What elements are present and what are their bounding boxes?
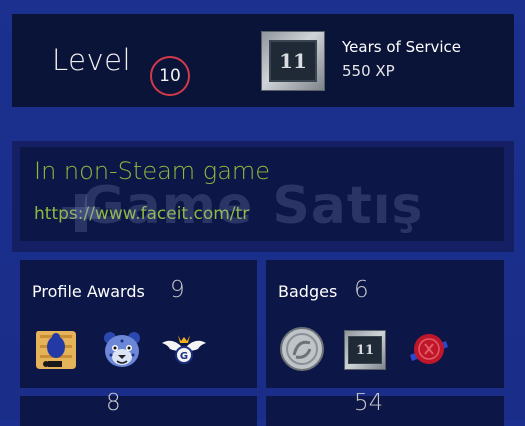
years-of-service-badge[interactable]: 11	[261, 31, 325, 91]
badges-count: 6	[354, 277, 369, 303]
winged-emblem-icon[interactable]: G	[160, 325, 208, 373]
bottom-right-card[interactable]: 54	[266, 390, 504, 426]
watermark-text: Game Satış	[82, 176, 424, 236]
wax-seal-icon[interactable]	[404, 325, 452, 373]
level-value-badge[interactable]: 10	[150, 56, 190, 96]
years-of-service-11-icon[interactable]: 11	[344, 330, 386, 370]
bottom-left-count: 8	[106, 390, 121, 416]
silver-coin-icon[interactable]	[278, 325, 326, 373]
badges-title: Badges	[278, 282, 338, 301]
profile-awards-count: 9	[170, 277, 185, 303]
bottom-right-count: 54	[354, 390, 384, 416]
badges-card[interactable]: Badges 6 11	[266, 260, 504, 388]
leopard-face-icon[interactable]	[98, 325, 146, 373]
level-label: Level	[52, 43, 132, 77]
scroll-figure-icon[interactable]	[32, 325, 80, 373]
profile-awards-card[interactable]: Profile Awards 9 G	[20, 260, 257, 388]
years-of-service-number: 11	[348, 336, 382, 364]
bottom-left-card[interactable]: 8	[20, 390, 257, 426]
service-badge-number: 11	[269, 40, 317, 82]
service-xp: 550 XP	[342, 62, 395, 80]
profile-awards-title: Profile Awards	[32, 282, 145, 301]
service-title: Years of Service	[342, 38, 462, 56]
svg-text:G: G	[180, 351, 188, 362]
level-panel: Level 10 11 Years of Service 550 XP	[12, 14, 514, 107]
